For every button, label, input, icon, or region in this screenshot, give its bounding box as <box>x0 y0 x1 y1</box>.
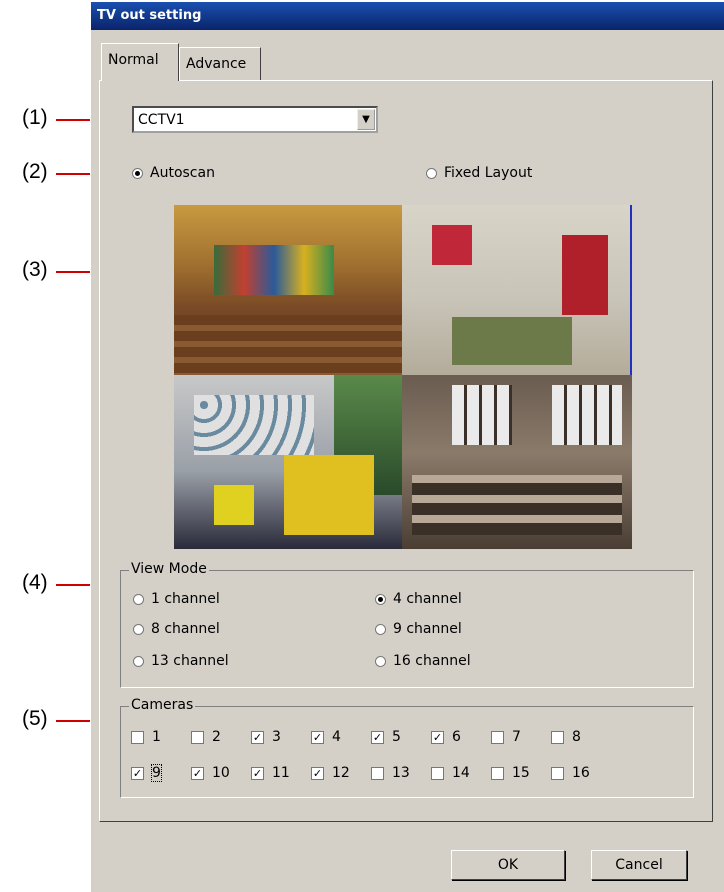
camera-16-checkbox[interactable]: 16 <box>551 765 590 781</box>
radio-on-icon <box>375 593 386 605</box>
view-mode-1-channel[interactable]: 1 channel <box>133 591 220 607</box>
autoscan-radio[interactable]: Autoscan <box>132 165 215 181</box>
radio-off-icon <box>375 623 386 635</box>
camera-11-checkbox[interactable]: ✓ 11 <box>251 765 290 781</box>
camera-label: 13 <box>392 765 410 781</box>
camera-5-checkbox[interactable]: ✓ 5 <box>371 729 401 745</box>
camera-label: 6 <box>452 729 461 745</box>
empty-checkbox-icon <box>491 730 504 744</box>
empty-checkbox-icon <box>371 766 384 780</box>
autoscan-label: Autoscan <box>150 165 215 181</box>
radio-on-icon <box>132 167 143 179</box>
camera-label: 15 <box>512 765 530 781</box>
camera-feed-toy-corner <box>174 375 402 549</box>
camera-9-checkbox[interactable]: ✓ 9 <box>131 764 162 782</box>
camera-label: 10 <box>212 765 230 781</box>
empty-checkbox-icon <box>191 730 204 744</box>
camera-14-checkbox[interactable]: 14 <box>431 765 470 781</box>
camera-label: 3 <box>272 729 281 745</box>
camera-6-checkbox[interactable]: ✓ 6 <box>431 729 461 745</box>
checkmark-icon: ✓ <box>431 730 444 744</box>
camera-feed-playroom <box>402 205 632 375</box>
selection-border <box>630 205 632 375</box>
view-mode-8-channel[interactable]: 8 channel <box>133 621 220 637</box>
window-title: TV out setting <box>97 8 202 23</box>
view-mode-option-label: 1 channel <box>151 591 220 607</box>
radio-off-icon <box>375 655 386 667</box>
fixed-layout-label: Fixed Layout <box>444 165 533 181</box>
empty-checkbox-icon <box>431 766 444 780</box>
view-mode-9-channel[interactable]: 9 channel <box>375 621 462 637</box>
camera-15-checkbox[interactable]: 15 <box>491 765 530 781</box>
source-select[interactable]: CCTV1 ▼ <box>132 106 378 133</box>
callout-2: (2) <box>22 160 48 183</box>
cameras-group: Cameras 1 2 ✓ 3 ✓ 4 ✓ 5 ✓ 6 7 8 ✓ 9 ✓ 10 ✓ 11 ✓ 12 13 14 15 16 <box>120 697 694 798</box>
tv-out-setting-dialog: TV out setting Normal Advance CCTV1 ▼ Au… <box>90 2 724 892</box>
camera-feed-old-classroom <box>402 375 632 549</box>
checkmark-icon: ✓ <box>371 730 384 744</box>
title-bar[interactable]: TV out setting <box>91 2 724 30</box>
view-mode-option-label: 16 channel <box>393 653 471 669</box>
view-mode-4-channel[interactable]: 4 channel <box>375 591 462 607</box>
camera-label: 5 <box>392 729 401 745</box>
checkmark-icon: ✓ <box>131 766 144 780</box>
radio-off-icon <box>426 167 437 179</box>
tab-normal[interactable]: Normal <box>101 43 179 81</box>
camera-label: 12 <box>332 765 350 781</box>
checkmark-icon: ✓ <box>251 730 264 744</box>
camera-3-checkbox[interactable]: ✓ 3 <box>251 729 281 745</box>
radio-off-icon <box>133 593 144 605</box>
preview-grid <box>174 205 632 549</box>
camera-label: 4 <box>332 729 341 745</box>
radio-off-icon <box>133 655 144 667</box>
callout-3: (3) <box>22 258 48 281</box>
view-mode-option-label: 4 channel <box>393 591 462 607</box>
tab-advance[interactable]: Advance <box>179 47 261 80</box>
camera-12-checkbox[interactable]: ✓ 12 <box>311 765 350 781</box>
camera-4-checkbox[interactable]: ✓ 4 <box>311 729 341 745</box>
camera-feed-classroom <box>174 205 402 375</box>
ok-button[interactable]: OK <box>451 850 565 880</box>
camera-label: 11 <box>272 765 290 781</box>
callout-1: (1) <box>22 106 48 129</box>
camera-7-checkbox[interactable]: 7 <box>491 729 521 745</box>
camera-10-checkbox[interactable]: ✓ 10 <box>191 765 230 781</box>
view-mode-16-channel[interactable]: 16 channel <box>375 653 471 669</box>
camera-label: 1 <box>152 729 161 745</box>
camera-8-checkbox[interactable]: 8 <box>551 729 581 745</box>
checkmark-icon: ✓ <box>311 730 324 744</box>
view-mode-option-label: 9 channel <box>393 621 462 637</box>
empty-checkbox-icon <box>551 730 564 744</box>
checkmark-icon: ✓ <box>191 766 204 780</box>
radio-off-icon <box>133 623 144 635</box>
camera-label: 7 <box>512 729 521 745</box>
callout-4: (4) <box>22 571 48 594</box>
chevron-down-icon[interactable]: ▼ <box>357 109 375 130</box>
callout-5: (5) <box>22 707 48 730</box>
view-mode-legend: View Mode <box>129 561 209 577</box>
cancel-button[interactable]: Cancel <box>591 850 687 880</box>
view-mode-13-channel[interactable]: 13 channel <box>133 653 229 669</box>
view-mode-group: View Mode 1 channel 4 channel 8 channel … <box>120 561 694 688</box>
camera-label: 9 <box>151 764 162 782</box>
empty-checkbox-icon <box>131 730 144 744</box>
empty-checkbox-icon <box>551 766 564 780</box>
fixed-layout-radio[interactable]: Fixed Layout <box>426 165 532 181</box>
normal-tab-panel: CCTV1 ▼ Autoscan Fixed Layout View Mode … <box>99 80 713 822</box>
camera-2-checkbox[interactable]: 2 <box>191 729 221 745</box>
camera-label: 2 <box>212 729 221 745</box>
view-mode-option-label: 8 channel <box>151 621 220 637</box>
checkmark-icon: ✓ <box>251 766 264 780</box>
view-mode-option-label: 13 channel <box>151 653 229 669</box>
empty-checkbox-icon <box>491 766 504 780</box>
checkmark-icon: ✓ <box>311 766 324 780</box>
camera-label: 16 <box>572 765 590 781</box>
camera-1-checkbox[interactable]: 1 <box>131 729 161 745</box>
source-select-value: CCTV1 <box>138 112 185 128</box>
camera-13-checkbox[interactable]: 13 <box>371 765 410 781</box>
camera-label: 8 <box>572 729 581 745</box>
cameras-legend: Cameras <box>129 697 196 713</box>
camera-label: 14 <box>452 765 470 781</box>
